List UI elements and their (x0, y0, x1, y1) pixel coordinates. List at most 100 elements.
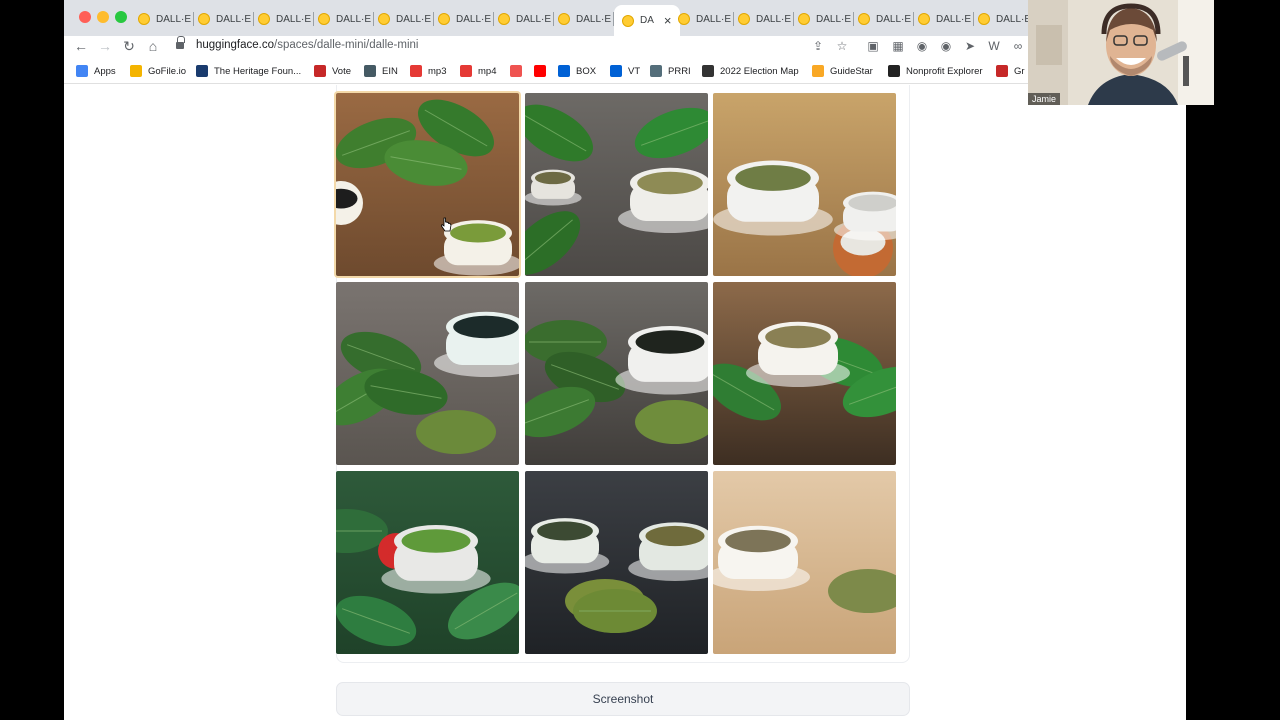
password-extension-icon[interactable]: ◉ (914, 39, 930, 53)
bookmark-mp4[interactable]: mp4 (460, 63, 496, 79)
matcha-image-4[interactable] (336, 282, 519, 465)
matcha-image-8[interactable] (525, 471, 708, 654)
participant-name: Jamie (1028, 93, 1061, 105)
url-path: /spaces/dalle-mini/dalle-mini (274, 39, 419, 51)
tab-label: DA (640, 15, 654, 26)
huggingface-favicon-icon (918, 13, 930, 25)
bookmark-mp3[interactable]: mp3 (410, 63, 446, 79)
bookmark-box[interactable]: BOX (558, 63, 596, 79)
matcha-image-5[interactable] (525, 282, 708, 465)
screenshot-button[interactable]: Screenshot (336, 682, 910, 716)
tab-strip: DALL·E DALL·E DALL·E DALL·E DALL·E DALL·E DALL… (64, 0, 1186, 36)
tab-label: DALL·E (516, 13, 552, 25)
tab-divider (553, 12, 555, 26)
browser-toolbar: ← → ↻ ⌂ huggingface.co/spaces/dalle-mini… (64, 36, 1186, 58)
bookmark-label: PRRI (668, 65, 691, 77)
bookmark-guidestar[interactable]: GuideStar (812, 63, 873, 79)
generated-image-icon (336, 93, 519, 276)
huggingface-favicon-icon (678, 13, 690, 25)
bookmark-label: Gr (1014, 65, 1025, 77)
bookmark-2022-election-map[interactable]: 2022 Election Map (702, 63, 799, 79)
camera-extension-icon[interactable]: ▣ (865, 39, 881, 53)
huggingface-favicon-icon (318, 13, 330, 25)
tab-1[interactable]: DALL·E (138, 7, 195, 31)
bookmark-vt[interactable]: VT (610, 63, 640, 79)
forward-arrow-icon[interactable]: → (96, 38, 114, 54)
url-domain: huggingface.co (196, 39, 275, 51)
close-window-button[interactable] (79, 11, 91, 23)
bookmark-star-icon[interactable]: ☆ (834, 39, 850, 53)
close-tab-icon[interactable]: × (664, 13, 672, 28)
tab-6[interactable]: DALL·E (438, 7, 495, 31)
tab-12[interactable]: DALL·E (798, 7, 855, 31)
tab-divider (913, 12, 915, 26)
bookmark-prri[interactable]: PRRI (650, 63, 691, 79)
matcha-image-9[interactable] (713, 471, 896, 654)
bookmark-gofile-io[interactable]: GoFile.io (130, 63, 186, 79)
bookmark-apps[interactable]: Apps (76, 63, 116, 79)
tab-11[interactable]: DALL·E (738, 7, 795, 31)
huggingface-favicon-icon (198, 13, 210, 25)
tab-divider (493, 12, 495, 26)
bookmark-label: Apps (94, 65, 116, 77)
home-icon[interactable]: ⌂ (144, 38, 162, 54)
huggingface-favicon-icon (738, 13, 750, 25)
extension-icon[interactable]: ▦ (890, 39, 906, 53)
tab-label: DALL·E (396, 13, 432, 25)
tab-5[interactable]: DALL·E (378, 7, 435, 31)
tab-8[interactable]: DALL·E (558, 7, 615, 31)
generated-image-icon (525, 93, 708, 276)
matcha-image-6[interactable] (713, 282, 896, 465)
bookmark-the-heritage-foun[interactable]: The Heritage Foun... (196, 63, 301, 79)
reload-icon[interactable]: ↻ (120, 38, 138, 55)
maximize-window-button[interactable] (115, 11, 127, 23)
heritage-icon (196, 65, 208, 77)
tab-9[interactable]: DA × (614, 5, 680, 36)
tab-label: DALL·E (756, 13, 792, 25)
globe-icon (364, 65, 376, 77)
huggingface-favicon-icon (622, 14, 634, 27)
huggingface-favicon-icon (378, 13, 390, 25)
tab-15[interactable]: DALL·E (978, 7, 1035, 31)
tab-divider (793, 12, 795, 26)
glasses-extension-icon[interactable]: ∞ (1010, 39, 1026, 53)
back-arrow-icon[interactable]: ← (72, 38, 90, 54)
bookmark-nonprofit-explorer[interactable]: Nonprofit Explorer (888, 63, 983, 79)
tab-label: DALL·E (336, 13, 372, 25)
huggingface-favicon-icon (438, 13, 450, 25)
bookmark-item-8[interactable] (534, 63, 552, 79)
bookmark-item-7[interactable] (510, 63, 528, 79)
tab-7[interactable]: DALL·E (498, 7, 555, 31)
share-icon[interactable]: ⇪ (810, 39, 826, 53)
tab-13[interactable]: DALL·E (858, 7, 915, 31)
tab-2[interactable]: DALL·E (198, 7, 255, 31)
matcha-image-3[interactable] (713, 93, 896, 276)
matcha-image-2[interactable] (525, 93, 708, 276)
rocket-extension-icon[interactable]: ➤ (962, 39, 978, 53)
bookmark-label: BOX (576, 65, 597, 77)
tab-label: DALL·E (876, 13, 912, 25)
cookie-extension-icon[interactable]: ◉ (938, 39, 954, 53)
bookmark-gr[interactable]: Gr (996, 63, 1025, 79)
bookmark-vote[interactable]: Vote (314, 63, 351, 79)
tab-14[interactable]: DALL·E (918, 7, 975, 31)
tab-divider (853, 12, 855, 26)
bookmark-label: Nonprofit Explorer (906, 65, 983, 77)
generated-image-icon (713, 471, 896, 654)
generated-image-icon (713, 282, 896, 465)
tab-label: DALL·E (216, 13, 252, 25)
tab-3[interactable]: DALL·E (258, 7, 315, 31)
url-text: huggingface.co/spaces/dalle-mini/dalle-m… (196, 39, 418, 51)
wikipedia-extension-icon[interactable]: W (986, 39, 1002, 53)
tab-label: DALL·E (936, 13, 972, 25)
tab-label: DALL·E (996, 13, 1032, 25)
matcha-image-1[interactable] (336, 93, 519, 276)
apps-grid-icon (76, 65, 88, 77)
minimize-window-button[interactable] (97, 11, 109, 23)
election-map-icon (702, 65, 714, 77)
tab-10[interactable]: DALL·E (678, 7, 735, 31)
bookmark-ein[interactable]: EIN (364, 63, 398, 79)
matcha-image-7[interactable] (336, 471, 519, 654)
tab-label: DALL·E (576, 13, 612, 25)
tab-4[interactable]: DALL·E (318, 7, 375, 31)
